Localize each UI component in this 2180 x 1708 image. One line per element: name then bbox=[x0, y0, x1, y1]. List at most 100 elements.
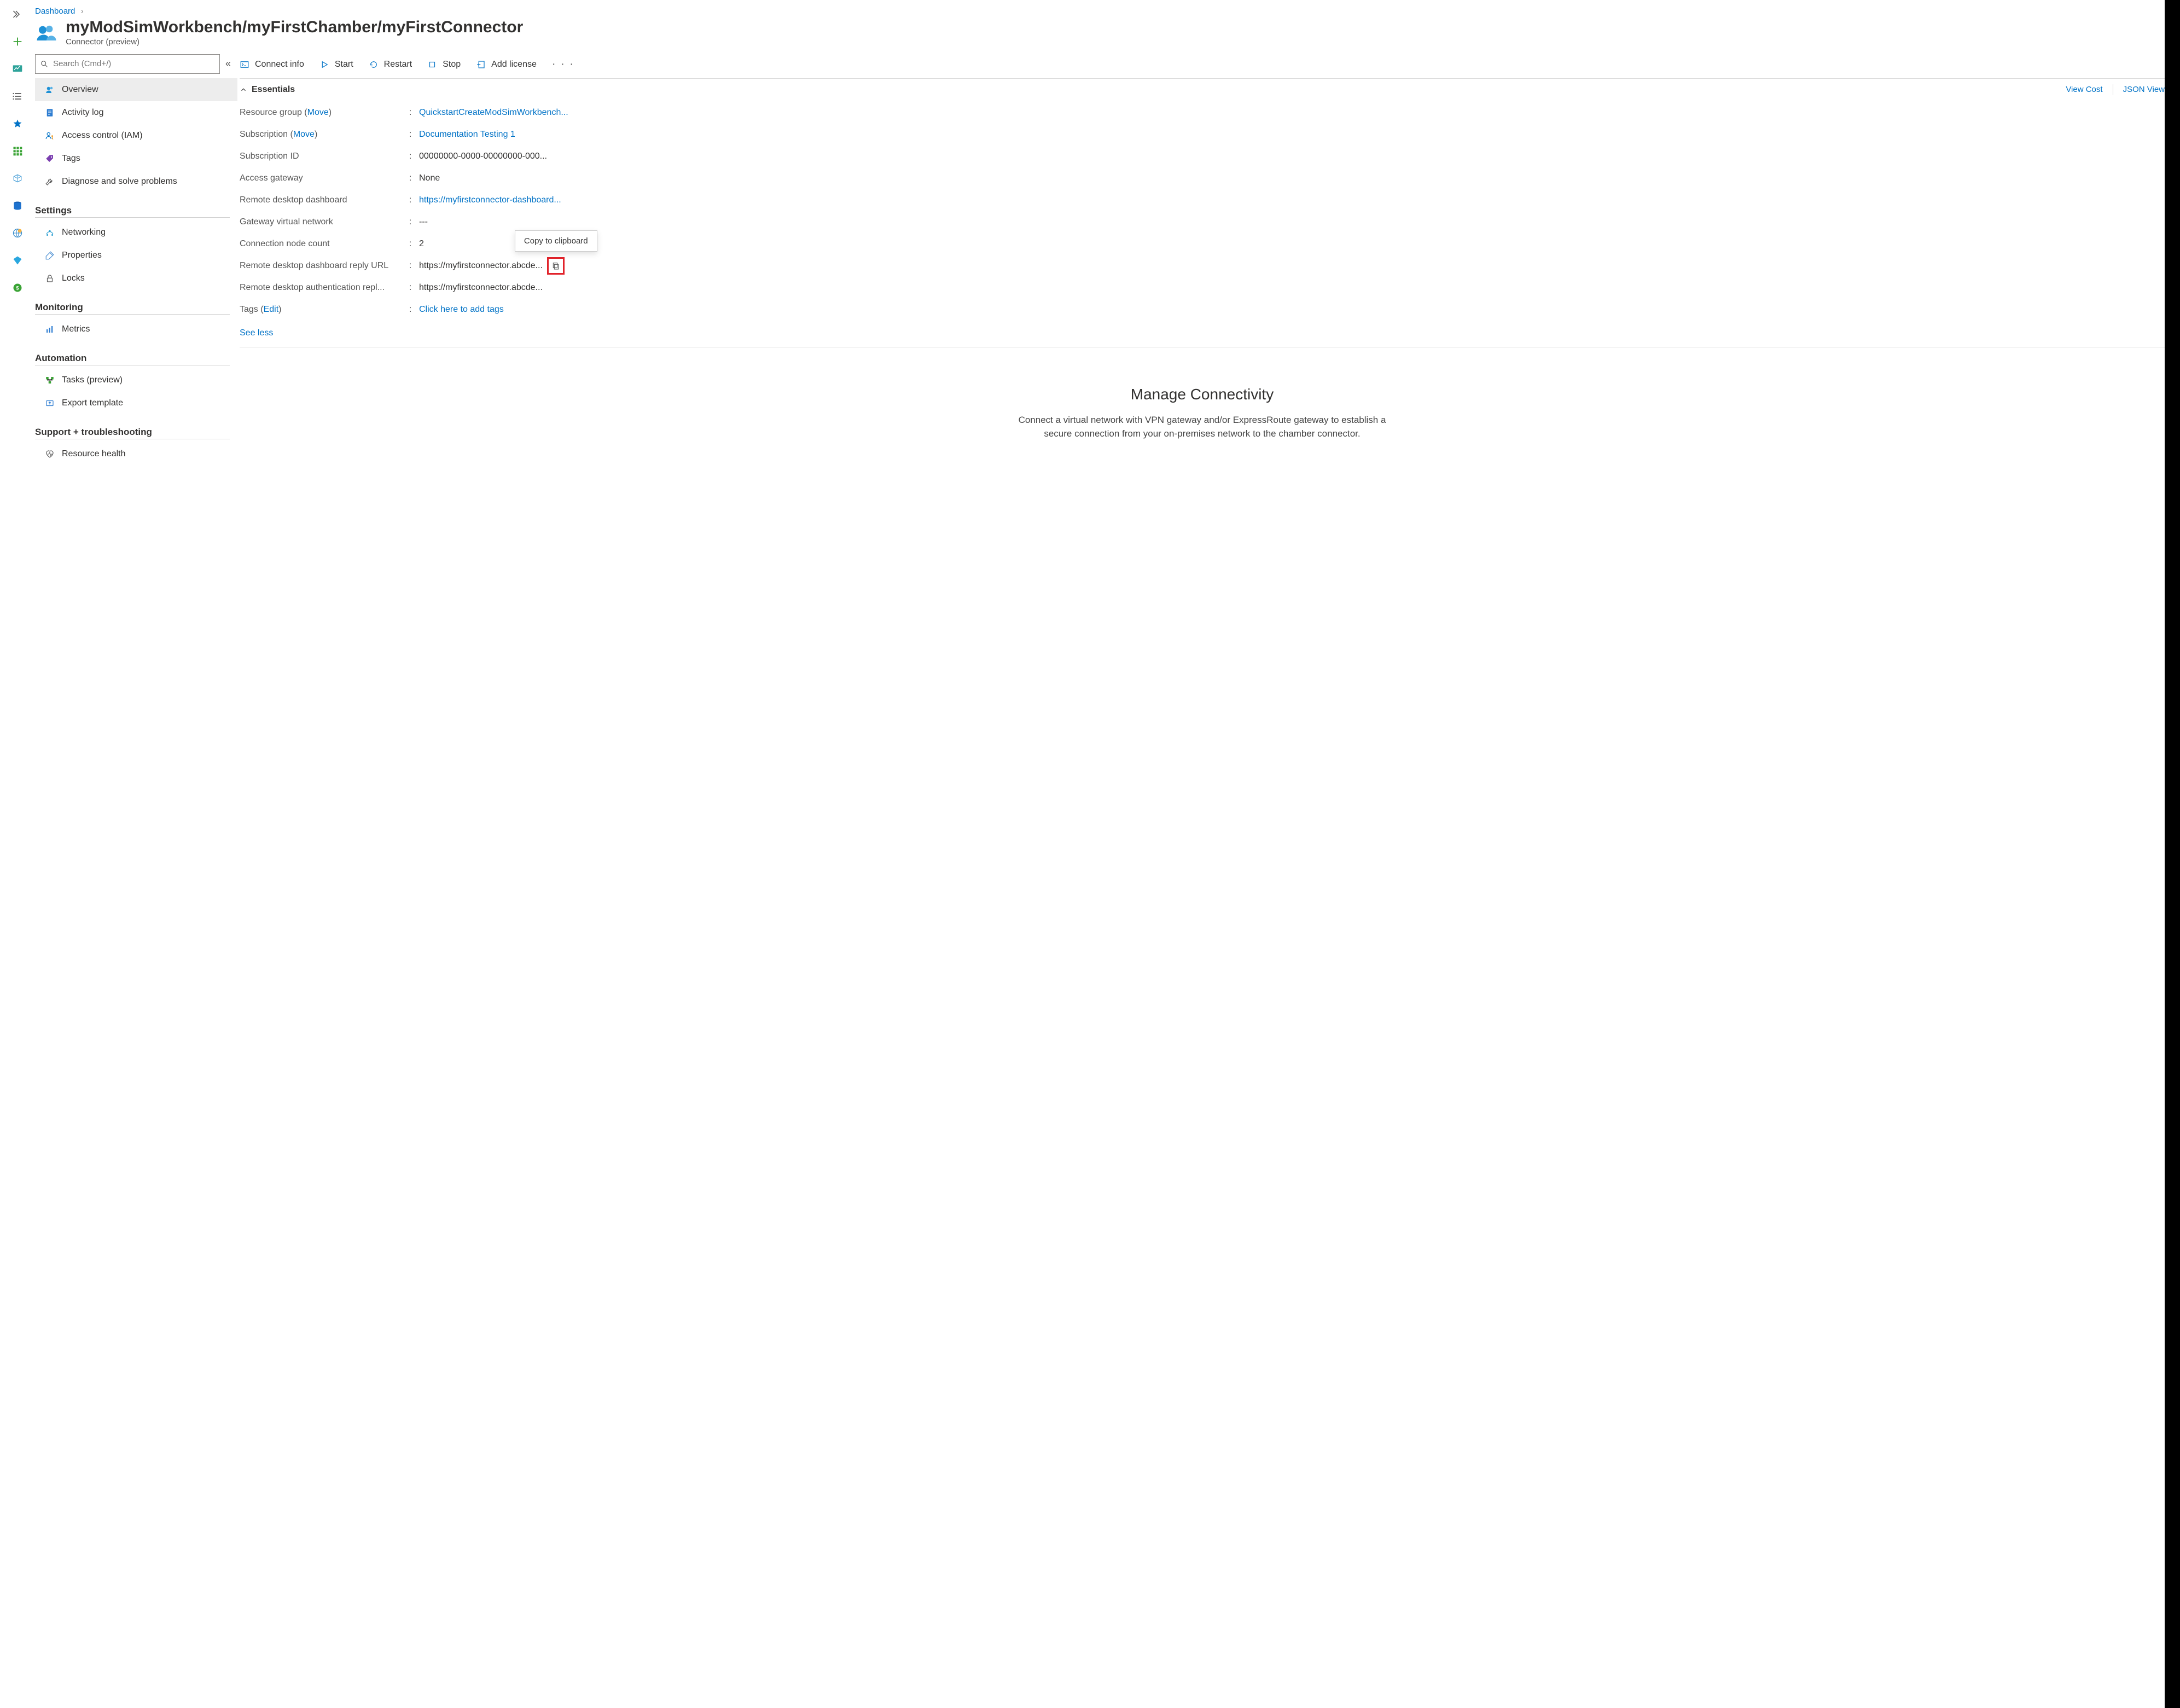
essentials-value[interactable]: Click here to add tags bbox=[419, 305, 2165, 315]
sidebar-item-properties[interactable]: Properties bbox=[35, 244, 237, 267]
essentials-value: None bbox=[419, 173, 2165, 183]
essentials-value[interactable]: QuickstartCreateModSimWorkbench... bbox=[419, 108, 2165, 118]
more-commands-button[interactable]: · · · bbox=[552, 58, 574, 71]
sidebar-item-activity-log[interactable]: Activity log bbox=[35, 101, 237, 124]
start-label: Start bbox=[335, 60, 353, 69]
essentials-key: Remote desktop dashboard reply URL bbox=[240, 261, 409, 271]
kv-separator: : bbox=[409, 305, 419, 315]
net-icon bbox=[44, 227, 55, 238]
breadcrumb-root[interactable]: Dashboard bbox=[35, 7, 75, 16]
collapse-menu-icon[interactable]: « bbox=[225, 58, 231, 69]
sidebar-item-networking[interactable]: Networking bbox=[35, 221, 237, 244]
search-icon bbox=[40, 60, 49, 68]
sidebar-item-label: Networking bbox=[62, 228, 106, 237]
copy-tooltip: Copy to clipboard bbox=[515, 230, 597, 252]
rail-star-icon[interactable] bbox=[11, 117, 24, 130]
resource-type-icon bbox=[35, 21, 58, 44]
sidebar-item-resource-health[interactable]: Resource health bbox=[35, 443, 237, 466]
essentials-row: Remote desktop dashboard:https://myfirst… bbox=[240, 189, 2165, 211]
sidebar-item-label: Tasks (preview) bbox=[62, 375, 123, 385]
sidebar-group-support-troubleshooting: Support + troubleshooting bbox=[35, 415, 230, 439]
rail-globe-icon[interactable] bbox=[11, 226, 24, 240]
essentials-value: https://myfirstconnector.abcde... bbox=[419, 257, 2165, 275]
sidebar-item-diagnose-and-solve-problems[interactable]: Diagnose and solve problems bbox=[35, 170, 237, 193]
see-less-link[interactable]: See less bbox=[240, 324, 273, 345]
essentials-toggle[interactable]: Essentials bbox=[240, 85, 295, 95]
connect-info-button[interactable]: Connect info bbox=[240, 60, 304, 69]
page-title: myModSimWorkbench/myFirstChamber/myFirst… bbox=[66, 18, 523, 37]
search-input[interactable] bbox=[53, 59, 215, 68]
command-bar: Connect info Start Restart Stop bbox=[240, 54, 2165, 78]
sidebar-group-monitoring: Monitoring bbox=[35, 290, 230, 315]
kv-separator: : bbox=[409, 152, 419, 161]
kv-separator: : bbox=[409, 261, 419, 271]
essentials-key: Remote desktop dashboard bbox=[240, 195, 409, 205]
sidebar-item-tags[interactable]: Tags bbox=[35, 147, 237, 170]
rail-list-icon[interactable] bbox=[11, 90, 24, 103]
essentials-row: Remote desktop dashboard reply URL:https… bbox=[240, 255, 2165, 277]
metrics-icon bbox=[44, 324, 55, 335]
rail-cube-icon[interactable] bbox=[11, 172, 24, 185]
health-icon bbox=[44, 449, 55, 460]
essentials-key-action[interactable]: Move bbox=[307, 108, 329, 117]
svg-text:$: $ bbox=[16, 285, 19, 291]
view-cost-link[interactable]: View Cost bbox=[2066, 85, 2102, 94]
rail-add-icon[interactable] bbox=[11, 35, 24, 48]
json-view-link[interactable]: JSON View bbox=[2123, 85, 2165, 94]
rail-expand-icon[interactable] bbox=[11, 8, 24, 21]
essentials-row: Resource group (Move):QuickstartCreateMo… bbox=[240, 102, 2165, 124]
right-edge bbox=[2165, 0, 2180, 1708]
kv-separator: : bbox=[409, 283, 419, 293]
essentials-value[interactable]: Documentation Testing 1 bbox=[419, 130, 2165, 140]
essentials-row: Subscription ID:00000000-0000-00000000-0… bbox=[240, 146, 2165, 167]
sidebar-item-tasks-preview-[interactable]: Tasks (preview) bbox=[35, 369, 237, 392]
connect-info-label: Connect info bbox=[255, 60, 304, 69]
tag-icon bbox=[44, 153, 55, 164]
essentials-key: Connection node count bbox=[240, 239, 409, 249]
essentials-row: Remote desktop authentication repl...:ht… bbox=[240, 277, 2165, 299]
rail-sql-icon[interactable] bbox=[11, 199, 24, 212]
rail-grid-icon[interactable] bbox=[11, 144, 24, 158]
rail-gem-icon[interactable] bbox=[11, 254, 24, 267]
copy-icon[interactable] bbox=[550, 260, 562, 272]
sidebar-item-overview[interactable]: Overview bbox=[35, 78, 237, 101]
log-icon bbox=[44, 107, 55, 118]
search-input-wrapper[interactable] bbox=[35, 54, 220, 74]
breadcrumb: Dashboard › bbox=[35, 0, 2165, 18]
copy-button-highlight bbox=[547, 257, 565, 275]
sidebar-item-label: Metrics bbox=[62, 324, 90, 334]
essentials-row: Tags (Edit):Click here to add tags bbox=[240, 299, 2165, 321]
rail-chart-icon[interactable] bbox=[11, 62, 24, 75]
essentials-key-action[interactable]: Edit bbox=[264, 305, 279, 314]
connectivity-body: Connect a virtual network with VPN gatew… bbox=[1011, 413, 1394, 441]
people-icon bbox=[44, 84, 55, 95]
sidebar-item-access-control-iam-[interactable]: Access control (IAM) bbox=[35, 124, 237, 147]
essentials-key-action[interactable]: Move bbox=[293, 130, 315, 139]
sidebar-item-metrics[interactable]: Metrics bbox=[35, 318, 237, 341]
export-icon bbox=[44, 398, 55, 409]
rail-cost-icon[interactable]: $ bbox=[11, 281, 24, 294]
kv-separator: : bbox=[409, 173, 419, 183]
sidebar-item-label: Export template bbox=[62, 398, 123, 408]
essentials-key: Subscription (Move) bbox=[240, 130, 409, 140]
add-license-button[interactable]: Add license bbox=[476, 60, 537, 69]
sidebar-item-label: Activity log bbox=[62, 108, 103, 118]
left-rail: $ bbox=[0, 0, 35, 1708]
stop-button[interactable]: Stop bbox=[427, 60, 461, 69]
connectivity-section: Manage Connectivity Connect a virtual ne… bbox=[989, 347, 1416, 441]
essentials-row: Gateway virtual network:--- bbox=[240, 211, 2165, 233]
sidebar-item-label: Resource health bbox=[62, 449, 126, 459]
essentials-value: --- bbox=[419, 217, 2165, 227]
essentials-value: https://myfirstconnector.abcde... bbox=[419, 283, 2165, 293]
essentials-row: Access gateway:None bbox=[240, 167, 2165, 189]
start-button[interactable]: Start bbox=[319, 60, 353, 69]
chevron-up-icon bbox=[240, 86, 247, 94]
essentials-value[interactable]: https://myfirstconnector-dashboard... bbox=[419, 195, 2165, 205]
essentials-key: Resource group (Move) bbox=[240, 108, 409, 118]
wrench-icon bbox=[44, 176, 55, 187]
sidebar-item-export-template[interactable]: Export template bbox=[35, 392, 237, 415]
sidebar-item-label: Overview bbox=[62, 85, 98, 95]
sidebar-item-locks[interactable]: Locks bbox=[35, 267, 237, 290]
essentials-row: Subscription (Move):Documentation Testin… bbox=[240, 124, 2165, 146]
restart-button[interactable]: Restart bbox=[369, 60, 412, 69]
